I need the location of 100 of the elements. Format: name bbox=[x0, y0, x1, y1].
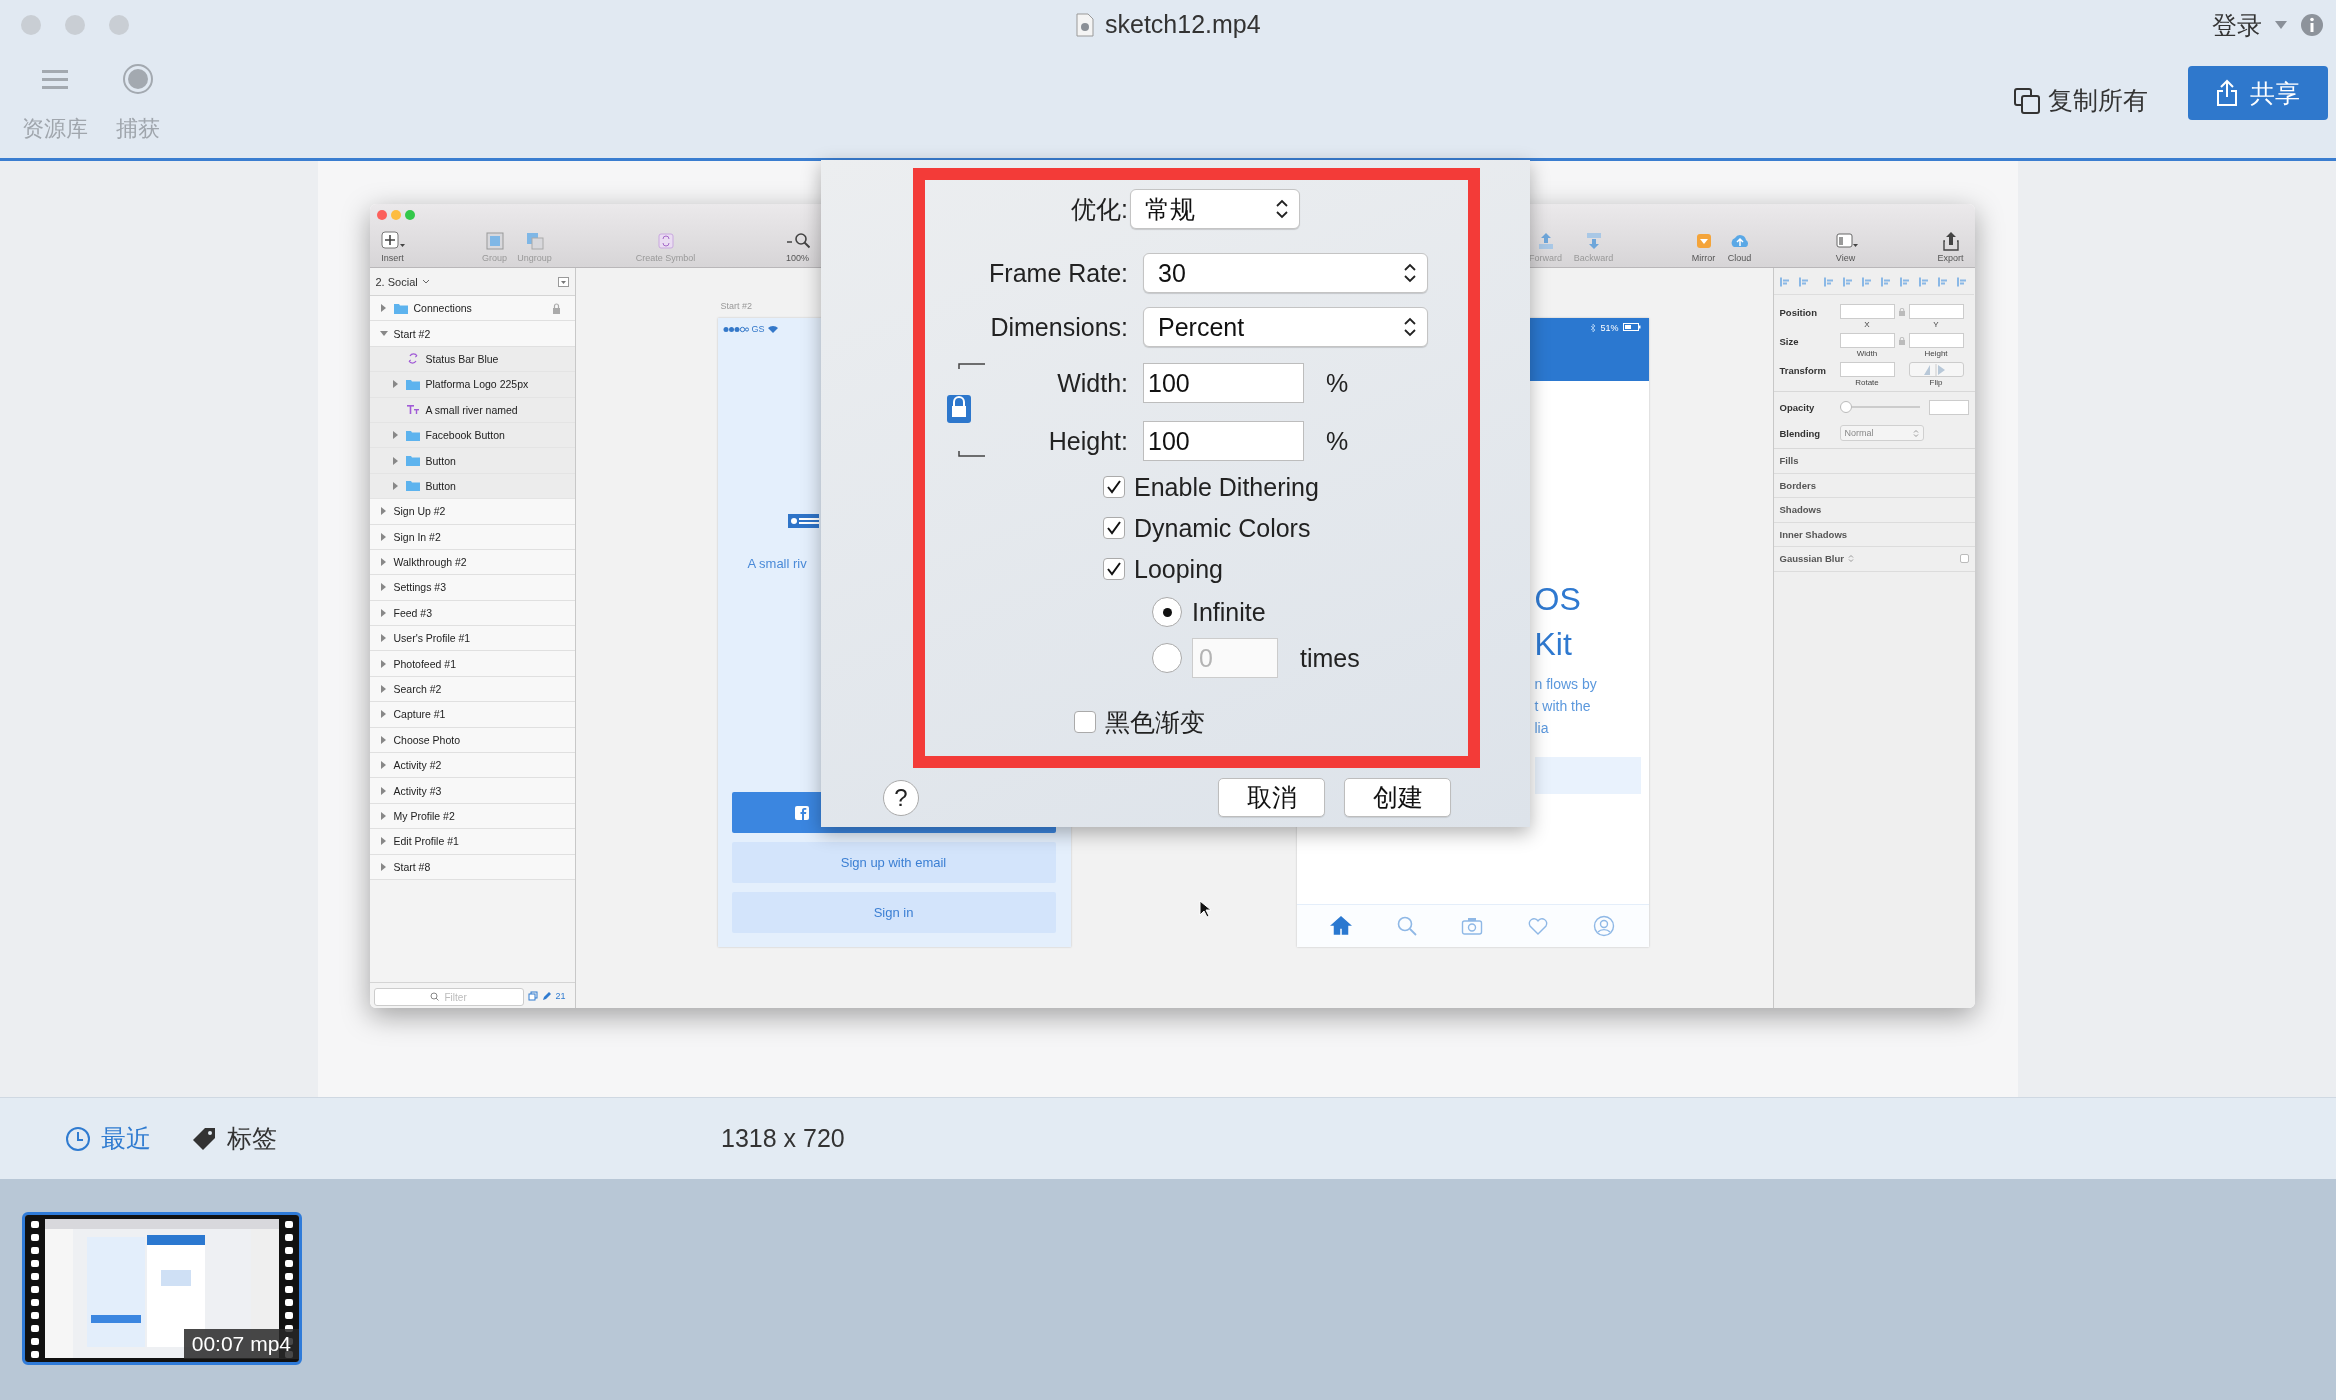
text-layer-icon bbox=[405, 403, 420, 417]
layer-row[interactable]: Sign In #2 bbox=[369, 524, 575, 550]
toolbar-button[interactable]: Export bbox=[1930, 231, 1971, 263]
section-header[interactable]: Borders bbox=[1779, 479, 1816, 491]
input-field[interactable]: 100 bbox=[1143, 363, 1304, 403]
layer-row[interactable]: Button bbox=[369, 448, 575, 474]
copy-all-button[interactable]: 复制所有 bbox=[2014, 84, 2148, 117]
unit-label: % bbox=[1326, 368, 1349, 398]
dropdown[interactable]: Percent bbox=[1143, 307, 1428, 347]
filter-field[interactable]: Filter bbox=[373, 988, 524, 1006]
layer-row[interactable]: Settings #3 bbox=[369, 575, 575, 601]
camera-icon[interactable] bbox=[1461, 915, 1484, 937]
section-header[interactable]: Shadows bbox=[1779, 504, 1822, 516]
layer-row[interactable]: Choose Photo bbox=[369, 727, 575, 754]
section-header[interactable]: Fills bbox=[1779, 455, 1799, 467]
toolbar-button[interactable]: Cloud bbox=[1721, 231, 1758, 263]
layer-row[interactable]: Photofeed #1 bbox=[369, 651, 575, 677]
disclosure-triangle-icon[interactable] bbox=[379, 583, 388, 592]
toolbar-button[interactable]: View bbox=[1825, 231, 1866, 263]
disclosure-triangle-icon[interactable] bbox=[379, 685, 388, 694]
disclosure-triangle-icon[interactable] bbox=[379, 862, 388, 871]
input-field[interactable] bbox=[1839, 333, 1895, 348]
input-field[interactable] bbox=[1839, 362, 1895, 377]
slider-thumb[interactable] bbox=[1839, 401, 1852, 413]
help-button[interactable]: ? bbox=[883, 779, 919, 816]
disclosure-triangle-icon[interactable] bbox=[379, 735, 388, 744]
layer-row[interactable]: Facebook Button bbox=[369, 422, 575, 449]
layer-row[interactable]: Search #2 bbox=[369, 676, 575, 703]
disclosure-triangle-icon[interactable] bbox=[379, 710, 388, 719]
checkmark-icon bbox=[1106, 479, 1122, 495]
layer-row[interactable]: Platforma Logo 225px bbox=[369, 372, 575, 398]
disclosure-triangle-icon[interactable] bbox=[391, 456, 400, 465]
profile-icon[interactable] bbox=[1592, 915, 1615, 937]
updown-icon bbox=[1912, 428, 1919, 438]
layer-row[interactable]: Capture #1 bbox=[369, 702, 575, 728]
disclosure-triangle-icon[interactable] bbox=[379, 786, 388, 795]
layer-row[interactable]: Status Bar Blue bbox=[369, 346, 575, 373]
caption-text: A small riv bbox=[747, 556, 807, 571]
toolbar-button[interactable]: Insert bbox=[372, 231, 413, 263]
dropdown[interactable]: 常规 bbox=[1130, 189, 1300, 229]
dialog-button[interactable]: 取消 bbox=[1218, 778, 1325, 817]
page-selector[interactable]: 2. Social bbox=[375, 275, 430, 288]
window-controls-icon[interactable] bbox=[375, 209, 416, 221]
layer-row[interactable]: My Profile #2 bbox=[369, 803, 575, 830]
section-header[interactable]: Inner Shadows bbox=[1779, 528, 1848, 540]
layer-row[interactable]: Activity #3 bbox=[369, 778, 575, 804]
layer-row[interactable]: Sign Up #2 bbox=[369, 499, 575, 525]
disclosure-triangle-icon[interactable] bbox=[379, 634, 388, 643]
input-field[interactable] bbox=[1908, 333, 1964, 348]
disclosure-triangle-icon[interactable] bbox=[379, 304, 388, 313]
share-button[interactable]: 共享 bbox=[2188, 66, 2328, 120]
checkbox[interactable] bbox=[1103, 476, 1125, 498]
disclosure-triangle-icon[interactable] bbox=[391, 431, 400, 440]
layer-row[interactable]: Activity #2 bbox=[369, 753, 575, 779]
disclosure-triangle-icon[interactable] bbox=[379, 812, 388, 820]
layer-row[interactable]: Feed #3 bbox=[369, 600, 575, 627]
video-thumbnail[interactable]: 00:07 mp4 bbox=[22, 1212, 302, 1365]
disclosure-triangle-icon[interactable] bbox=[379, 507, 388, 516]
input-field[interactable] bbox=[1928, 399, 1969, 415]
layer-row[interactable]: User's Profile #1 bbox=[369, 626, 575, 652]
disclosure-triangle-icon[interactable] bbox=[379, 329, 388, 338]
layer-row[interactable]: A small river named bbox=[369, 397, 575, 423]
input-field[interactable] bbox=[1839, 304, 1895, 319]
radio-button[interactable] bbox=[1152, 597, 1182, 627]
search-icon[interactable] bbox=[1395, 915, 1418, 937]
layer-row[interactable]: Start #8 bbox=[369, 854, 575, 880]
disclosure-triangle-icon[interactable] bbox=[379, 837, 388, 846]
toolbar-button[interactable]: 100% bbox=[772, 231, 823, 263]
layer-row[interactable]: Start #2 bbox=[369, 321, 575, 347]
checkbox[interactable] bbox=[1103, 517, 1125, 539]
section-header[interactable]: Gaussian Blur bbox=[1779, 553, 1844, 565]
disclosure-triangle-icon[interactable] bbox=[379, 532, 388, 541]
chevron-icon bbox=[421, 278, 430, 285]
disclosure-triangle-icon[interactable] bbox=[379, 659, 388, 668]
checkbox[interactable] bbox=[1103, 558, 1125, 580]
dialog-button[interactable]: 创建 bbox=[1344, 778, 1451, 817]
login-button[interactable]: 登录 bbox=[2212, 8, 2288, 42]
unit-label: % bbox=[1326, 426, 1349, 456]
disclosure-triangle-icon[interactable] bbox=[379, 761, 388, 770]
disclosure-triangle-icon[interactable] bbox=[391, 380, 400, 389]
layer-row[interactable]: Button bbox=[369, 473, 575, 500]
layer-row[interactable]: Edit Profile #1 bbox=[369, 829, 575, 855]
disclosure-triangle-icon[interactable] bbox=[379, 558, 388, 567]
toolbar-button[interactable]: Mirror bbox=[1685, 231, 1722, 263]
input-field[interactable] bbox=[1908, 304, 1964, 319]
checkbox[interactable] bbox=[1959, 554, 1969, 564]
dropdown[interactable]: 30 bbox=[1143, 253, 1428, 293]
field-label: 优化: bbox=[1070, 193, 1129, 225]
checkbox[interactable] bbox=[1074, 711, 1096, 733]
flip-button[interactable] bbox=[1908, 362, 1964, 377]
layer-row[interactable]: Connections bbox=[369, 296, 575, 322]
layer-row[interactable]: Walkthrough #2 bbox=[369, 549, 575, 576]
disclosure-triangle-icon[interactable] bbox=[379, 608, 388, 617]
disclosure-triangle-icon[interactable] bbox=[391, 481, 400, 490]
caret-icon bbox=[2274, 20, 2288, 30]
input-field[interactable]: 100 bbox=[1143, 421, 1304, 461]
tab[interactable]: 标签 bbox=[191, 1122, 277, 1155]
tab[interactable]: 最近 bbox=[65, 1122, 151, 1155]
home-icon[interactable] bbox=[1330, 915, 1353, 937]
heart-icon[interactable] bbox=[1527, 915, 1550, 937]
